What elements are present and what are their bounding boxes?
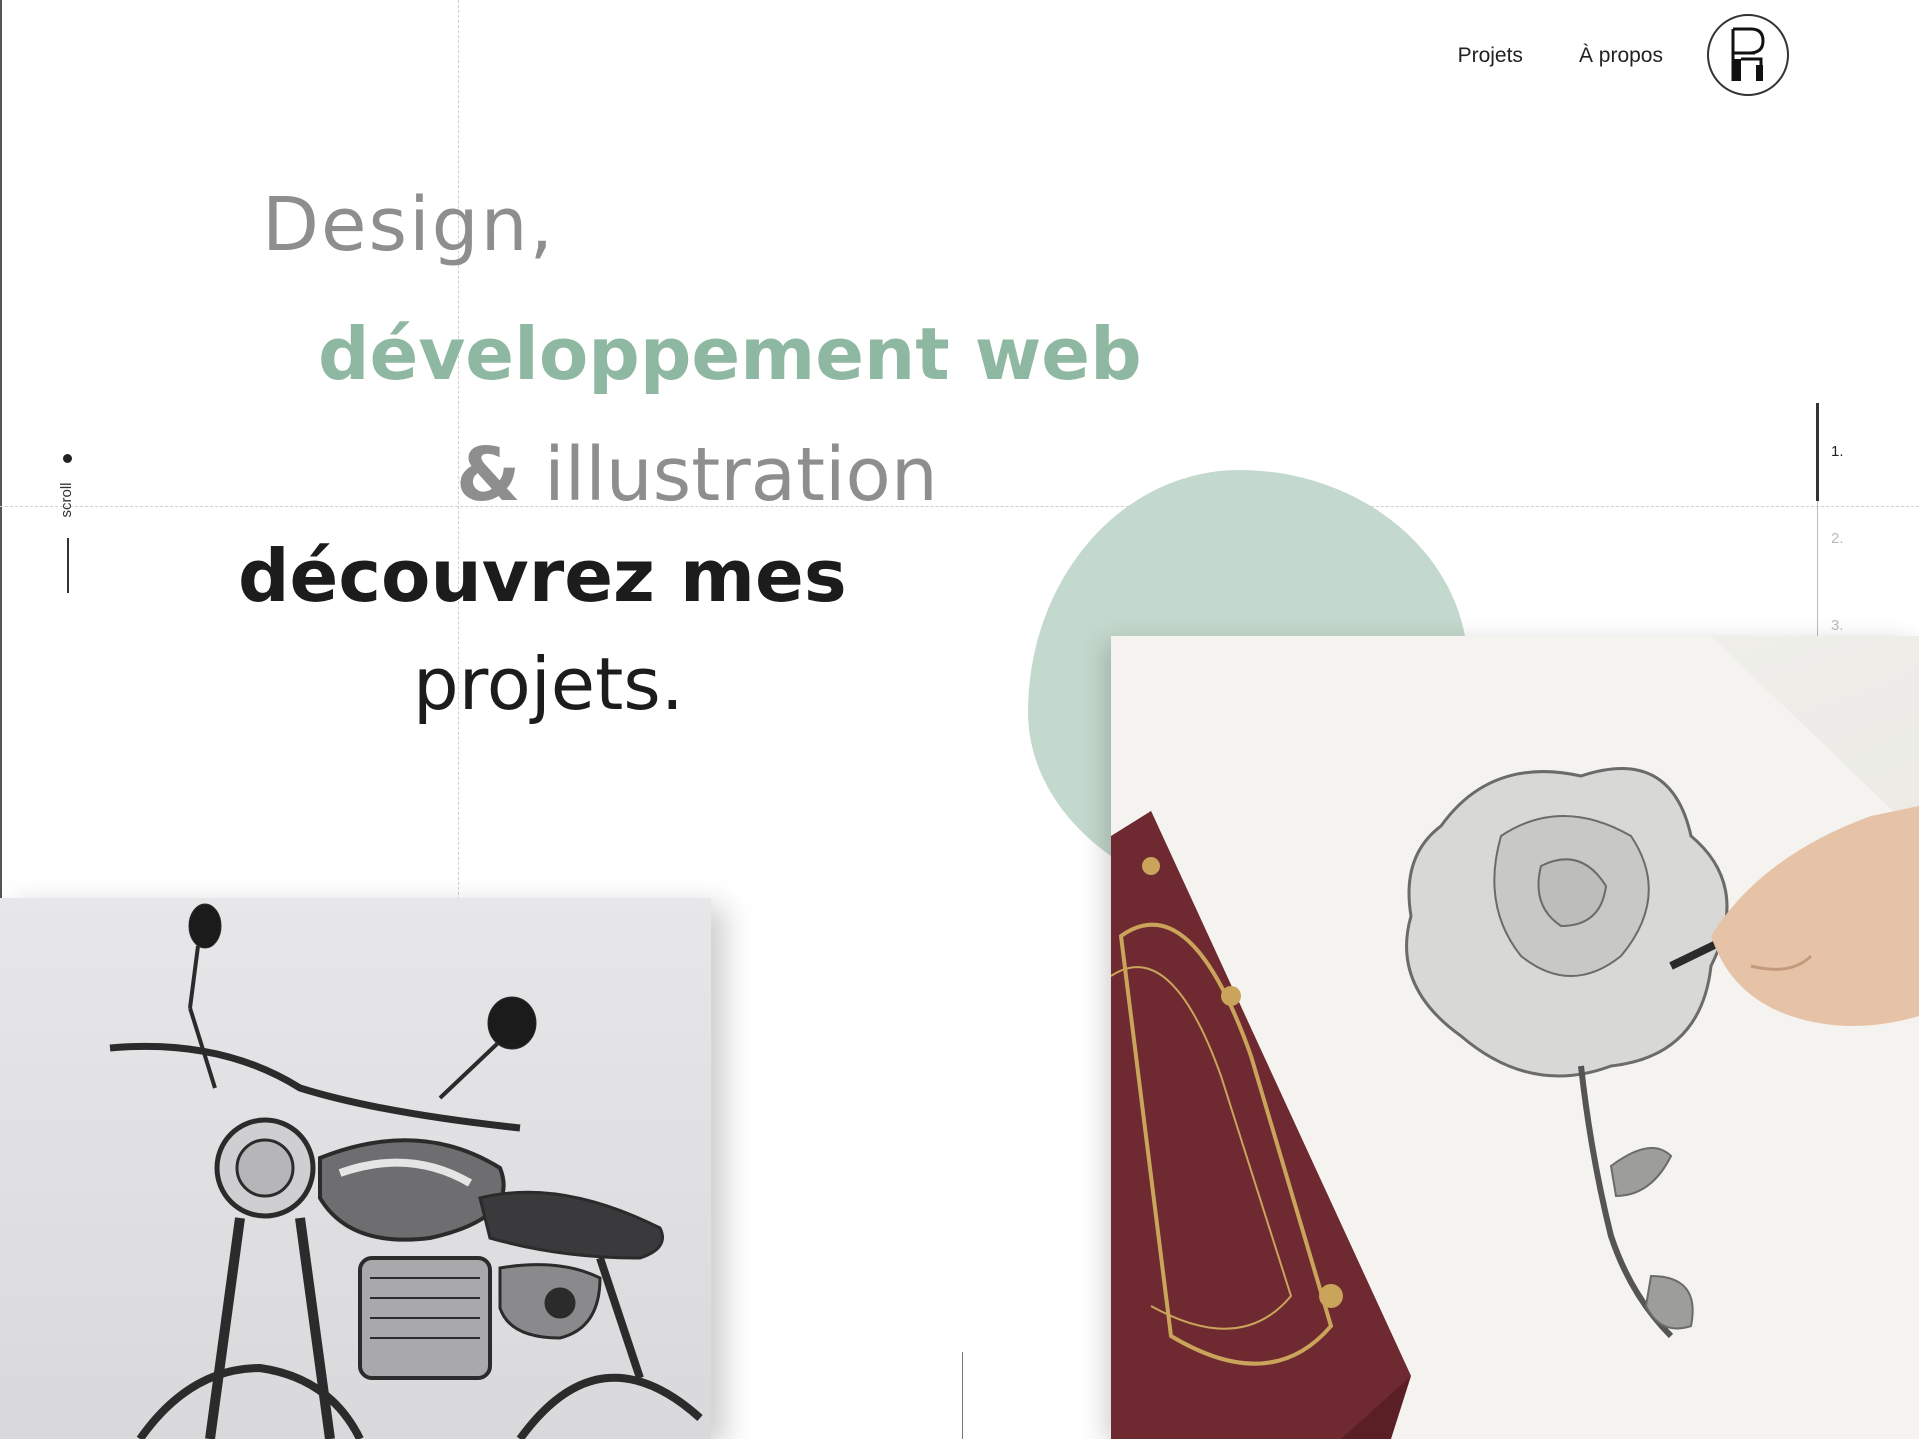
- hero-line-illustration: & illustration: [456, 438, 938, 512]
- hero-line-decouvrez: découvrez mes: [238, 534, 847, 618]
- nav-link-a-propos[interactable]: À propos: [1579, 44, 1663, 68]
- main-nav: Projets À propos: [1458, 44, 1663, 68]
- logo[interactable]: [1707, 14, 1789, 96]
- hero-line-projets: projets.: [413, 642, 684, 726]
- pager-item-3[interactable]: 3.: [1831, 617, 1844, 634]
- page: Projets À propos Design, développement w…: [0, 0, 1919, 1439]
- rose-drawing-image[interactable]: [1111, 636, 1919, 1439]
- hero-line-dev-web: développement web: [318, 312, 1142, 396]
- motorcycle-illustration: [109, 903, 703, 1439]
- monogram-icon: [1731, 27, 1765, 81]
- horizontal-guide: [0, 506, 1919, 507]
- pager-item-2[interactable]: 2.: [1831, 530, 1844, 547]
- scroll-line: [67, 538, 69, 593]
- scroll-dot: [63, 454, 72, 463]
- scroll-label: scroll: [58, 482, 75, 518]
- rose-illustration: [1111, 636, 1919, 1439]
- bottom-divider: [962, 1352, 963, 1439]
- ampersand: &: [456, 432, 521, 518]
- illustration-word: illustration: [520, 432, 938, 518]
- nav-link-projets[interactable]: Projets: [1458, 44, 1523, 68]
- pager-active-indicator: [1816, 403, 1819, 501]
- hero-line-design: Design,: [262, 182, 556, 268]
- pager-item-1[interactable]: 1.: [1831, 443, 1844, 460]
- motorcycle-icon: [109, 903, 703, 1439]
- motorcycle-drawing-image[interactable]: [0, 898, 711, 1439]
